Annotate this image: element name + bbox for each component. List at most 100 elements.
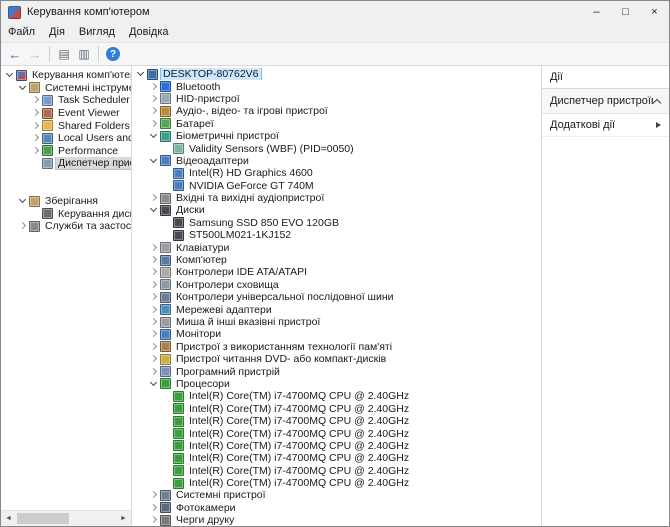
device-tree-row[interactable]: Комп'ютер <box>132 254 541 266</box>
device-tree-row[interactable]: Миша й інші вказівні пристрої <box>132 316 541 328</box>
device-tree-row[interactable]: Біометричні пристрої <box>132 130 541 142</box>
device-tree-row[interactable]: Пристрої читання DVD- або компакт-дисків <box>132 353 541 365</box>
chevron-collapsed-icon[interactable] <box>31 120 41 132</box>
actions-more-actions[interactable]: Додаткові дії <box>542 114 669 137</box>
chevron-expanded-icon[interactable] <box>18 82 28 94</box>
scroll-right-icon[interactable]: ► <box>116 511 131 526</box>
chevron-expanded-icon[interactable] <box>18 195 28 207</box>
device-tree-row[interactable]: Програмний пристрій <box>132 365 541 378</box>
chevron-expanded-icon[interactable] <box>149 130 159 142</box>
device-tree-row[interactable]: ST500LM021-1KJ152 <box>132 229 541 241</box>
device-tree-row[interactable]: Аудіо-, відео- та ігрові пристрої <box>132 105 541 117</box>
chevron-collapsed-icon[interactable] <box>149 81 159 93</box>
device-tree-row[interactable]: Системні пристрої <box>132 489 541 501</box>
collapse-icon[interactable] <box>653 97 661 105</box>
chevron-collapsed-icon[interactable] <box>149 266 159 278</box>
chevron-expanded-icon[interactable] <box>136 68 146 80</box>
device-tree-row[interactable]: Samsung SSD 850 EVO 120GB <box>132 217 541 229</box>
chevron-expanded-icon[interactable] <box>5 69 15 81</box>
console-tree-icon[interactable]: ▤ <box>54 44 74 64</box>
chevron-collapsed-icon[interactable] <box>149 105 159 117</box>
device-tree-row[interactable]: Контролери сховища <box>132 279 541 291</box>
chevron-collapsed-icon[interactable] <box>18 220 28 232</box>
device-tree-row[interactable]: Intel(R) Core(TM) i7-4700MQ CPU @ 2.40GH… <box>132 477 541 489</box>
expand-icon[interactable] <box>656 122 661 128</box>
chevron-collapsed-icon[interactable] <box>149 93 159 105</box>
chevron-collapsed-icon[interactable] <box>149 366 159 378</box>
device-tree-row[interactable]: Процесори <box>132 378 541 390</box>
console-tree-row[interactable]: Системні інструменти <box>1 82 131 95</box>
device-tree-row[interactable]: NVIDIA GeForce GT 740M <box>132 180 541 192</box>
console-tree-row[interactable]: Зберігання <box>1 195 131 208</box>
chevron-expanded-icon[interactable] <box>149 204 159 216</box>
device-tree-row[interactable]: Intel(R) HD Graphics 4600 <box>132 167 541 179</box>
device-tree-row[interactable]: Intel(R) Core(TM) i7-4700MQ CPU @ 2.40GH… <box>132 403 541 415</box>
minimize-button[interactable]: – <box>582 1 611 23</box>
horizontal-scrollbar[interactable]: ◄ ► <box>1 510 131 526</box>
chevron-collapsed-icon[interactable] <box>149 254 159 266</box>
console-tree-row[interactable]: Керування дисками <box>1 207 131 220</box>
chevron-collapsed-icon[interactable] <box>149 192 159 204</box>
chevron-collapsed-icon[interactable] <box>149 304 159 316</box>
device-tree-row[interactable]: Intel(R) Core(TM) i7-4700MQ CPU @ 2.40GH… <box>132 440 541 452</box>
actions-section-device-manager[interactable]: Диспетчер пристроїв <box>542 89 669 114</box>
forward-icon[interactable]: → <box>25 44 45 64</box>
maximize-button[interactable]: □ <box>611 1 640 23</box>
console-tree-row[interactable]: Диспетчер пристроїв <box>1 157 131 170</box>
menu-action[interactable]: Дія <box>42 23 72 42</box>
console-tree-row[interactable]: Служби та застосунки <box>1 220 131 233</box>
chevron-collapsed-icon[interactable] <box>149 279 159 291</box>
scroll-left-icon[interactable]: ◄ <box>1 511 16 526</box>
device-tree-row[interactable]: Intel(R) Core(TM) i7-4700MQ CPU @ 2.40GH… <box>132 390 541 402</box>
device-tree-row[interactable]: DESKTOP-80762V6 <box>132 68 541 81</box>
menu-help[interactable]: Довідка <box>122 23 176 42</box>
device-tree-row[interactable]: Диски <box>132 204 541 216</box>
back-icon[interactable]: ← <box>5 44 25 64</box>
console-tree-row[interactable]: Task Scheduler <box>1 94 131 107</box>
chevron-collapsed-icon[interactable] <box>31 132 41 144</box>
device-tree-row[interactable]: Контролери універсальної послідовної шин… <box>132 291 541 303</box>
device-tree-row[interactable]: Відеоадаптери <box>132 155 541 167</box>
chevron-collapsed-icon[interactable] <box>31 107 41 119</box>
device-tree-row[interactable]: Клавіатури <box>132 241 541 254</box>
device-tree-row[interactable]: Черги друку <box>132 514 541 526</box>
console-tree-row[interactable]: Shared Folders <box>1 119 131 132</box>
device-tree-row[interactable]: Мережеві адаптери <box>132 303 541 316</box>
device-tree-row[interactable]: Батареї <box>132 118 541 130</box>
chevron-collapsed-icon[interactable] <box>149 242 159 254</box>
device-tree-row[interactable]: Фотокамери <box>132 502 541 514</box>
export-list-icon[interactable]: ▥ <box>74 44 94 64</box>
chevron-collapsed-icon[interactable] <box>149 291 159 303</box>
console-tree-row[interactable]: Керування комп'ютером (лок <box>1 69 131 82</box>
console-tree-row[interactable]: Local Users and Groups <box>1 132 131 145</box>
chevron-expanded-icon[interactable] <box>149 155 159 167</box>
close-button[interactable]: × <box>640 1 669 23</box>
menu-file[interactable]: Файл <box>1 23 42 42</box>
device-tree-row[interactable]: Bluetooth <box>132 80 541 93</box>
device-tree-row[interactable]: Intel(R) Core(TM) i7-4700MQ CPU @ 2.40GH… <box>132 415 541 427</box>
device-tree-row[interactable]: Вхідні та вихідні аудіопристрої <box>132 192 541 204</box>
device-tree-row[interactable]: Пристрої з використанням технології пам'… <box>132 341 541 353</box>
device-tree-row[interactable]: HID-пристрої <box>132 93 541 105</box>
menu-view[interactable]: Вигляд <box>72 23 122 42</box>
chevron-collapsed-icon[interactable] <box>149 316 159 328</box>
chevron-collapsed-icon[interactable] <box>31 94 41 106</box>
chevron-collapsed-icon[interactable] <box>149 502 159 514</box>
help-icon[interactable]: ? <box>106 47 120 61</box>
device-tree-row[interactable]: Intel(R) Core(TM) i7-4700MQ CPU @ 2.40GH… <box>132 452 541 464</box>
device-tree-row[interactable]: Монітори <box>132 328 541 340</box>
chevron-collapsed-icon[interactable] <box>31 145 41 157</box>
chevron-collapsed-icon[interactable] <box>149 353 159 365</box>
device-tree-row[interactable]: Контролери IDE ATA/ATAPI <box>132 266 541 278</box>
device-tree-row[interactable]: Intel(R) Core(TM) i7-4700MQ CPU @ 2.40GH… <box>132 427 541 440</box>
chevron-expanded-icon[interactable] <box>149 378 159 390</box>
chevron-collapsed-icon[interactable] <box>149 118 159 130</box>
chevron-collapsed-icon[interactable] <box>149 514 159 526</box>
device-tree-row[interactable]: Intel(R) Core(TM) i7-4700MQ CPU @ 2.40GH… <box>132 465 541 477</box>
console-tree-row[interactable]: Performance <box>1 145 131 158</box>
chevron-collapsed-icon[interactable] <box>149 341 159 353</box>
chevron-collapsed-icon[interactable] <box>149 328 159 340</box>
chevron-collapsed-icon[interactable] <box>149 489 159 501</box>
device-tree-row[interactable]: Validity Sensors (WBF) (PID=0050) <box>132 142 541 155</box>
console-tree-row[interactable]: Event Viewer <box>1 107 131 120</box>
